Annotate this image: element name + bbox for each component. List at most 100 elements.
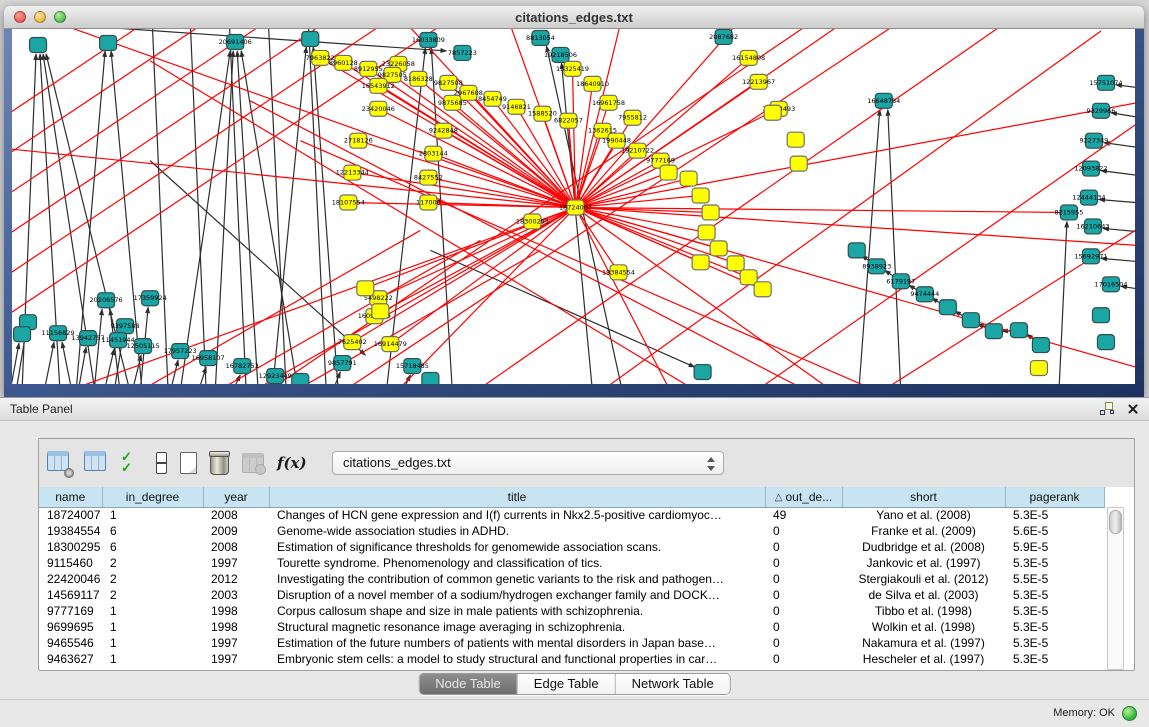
cell-c-rank[interactable]: 5.3E-5 — [1005, 603, 1104, 619]
graph-node-yellow[interactable] — [357, 281, 374, 296]
cell-c-rank[interactable]: 5.3E-5 — [1005, 635, 1104, 651]
citation-edge-red[interactable] — [352, 173, 575, 208]
cell-c-rank[interactable]: 5.9E-5 — [1005, 539, 1104, 555]
cell-c-out[interactable]: 0 — [765, 539, 842, 555]
citation-edge-black[interactable] — [104, 349, 114, 384]
table-row[interactable]: 969969511998Structural magnetic resonanc… — [39, 619, 1104, 635]
cell-c-out[interactable]: 0 — [765, 651, 842, 667]
column-header-short[interactable]: short — [842, 487, 1005, 507]
new-column-icon[interactable] — [180, 452, 197, 474]
cell-c-title[interactable]: Genome-wide association studies in ADHD. — [269, 523, 765, 539]
cell-c-year[interactable]: 1997 — [203, 555, 269, 571]
graph-node-teal[interactable] — [1092, 308, 1109, 323]
cell-c-out[interactable]: 0 — [765, 603, 842, 619]
graph-node-teal[interactable] — [985, 324, 1002, 339]
cell-c-year[interactable]: 2008 — [203, 539, 269, 555]
cell-c-title[interactable]: Corpus callosum shape and size in male p… — [269, 603, 765, 619]
cell-c-short[interactable]: Yano et al. (2008) — [842, 507, 1005, 523]
graph-node-yellow[interactable]: 18107554 — [332, 195, 365, 210]
graph-node-yellow[interactable]: 19384554 — [602, 265, 635, 280]
cell-c-short[interactable]: Stergiakouli et al. (2012) — [842, 571, 1005, 587]
cell-c-short[interactable]: Hescheler et al. (1997) — [842, 651, 1005, 667]
table-body[interactable]: 1872400712008Changes of HCN gene express… — [39, 507, 1104, 667]
graph-node-teal[interactable]: 19218506 — [544, 47, 577, 62]
citation-edge-red[interactable] — [378, 86, 575, 208]
graph-node-yellow[interactable]: 16914479 — [374, 337, 407, 352]
graph-node-teal[interactable]: 12444134 — [1072, 190, 1105, 205]
graph-node-teal[interactable]: 20206576 — [90, 293, 123, 308]
cell-c-rank[interactable]: 5.3E-5 — [1005, 619, 1104, 635]
column-header-out_de[interactable]: △out_de... — [765, 487, 842, 507]
graph-node-yellow[interactable]: 13325419 — [556, 61, 589, 76]
cell-c-rank[interactable]: 5.3E-5 — [1005, 587, 1104, 603]
cell-c-deg[interactable]: 2 — [102, 571, 203, 587]
cell-c-short[interactable]: de Silva et al. (2003) — [842, 587, 1005, 603]
cell-c-out[interactable]: 0 — [765, 635, 842, 651]
graph-node-yellow[interactable]: 8186328 — [404, 71, 433, 86]
citation-edge-black[interactable] — [180, 51, 230, 384]
table-row[interactable]: 2242004622012Investigating the contribut… — [39, 571, 1104, 587]
graph-node-teal[interactable]: 17016504 — [1094, 277, 1127, 292]
citation-edge-black[interactable] — [94, 309, 102, 384]
column-header-pagerank[interactable]: pagerank — [1005, 487, 1104, 507]
graph-node-teal[interactable] — [1097, 335, 1114, 350]
citation-edge-black[interactable] — [229, 29, 246, 384]
cell-c-title[interactable]: Structural magnetic resonance image aver… — [269, 619, 765, 635]
window-titlebar[interactable]: citations_edges.txt — [4, 6, 1144, 29]
column-header-name[interactable]: name — [39, 487, 102, 507]
table-row[interactable]: 977716911998Corpus callosum shape and si… — [39, 603, 1104, 619]
graph-node-teal[interactable]: 16782753 — [226, 359, 259, 374]
graph-node-yellow[interactable]: 2803144 — [419, 146, 448, 161]
citation-edge-black[interactable] — [402, 375, 410, 384]
graph-node-teal[interactable] — [848, 243, 865, 258]
graph-node-yellow[interactable] — [692, 188, 709, 203]
graph-node-yellow[interactable]: 16154808 — [732, 50, 765, 65]
graph-node-yellow[interactable] — [702, 205, 719, 220]
graph-node-yellow[interactable]: 2718126 — [344, 133, 373, 148]
memory-status-indicator[interactable] — [1122, 706, 1137, 721]
table-options-button[interactable] — [47, 451, 71, 475]
tab-edge-table[interactable]: Edge Table — [517, 674, 615, 694]
table-selector-dropdown[interactable]: citations_edges.txt — [332, 451, 724, 475]
graph-node-teal[interactable] — [422, 373, 439, 384]
cell-c-year[interactable]: 1998 — [203, 619, 269, 635]
cell-c-year[interactable]: 2003 — [203, 587, 269, 603]
cell-c-deg[interactable]: 1 — [102, 603, 203, 619]
cell-c-title[interactable]: Changes of HCN gene expression and I(f) … — [269, 507, 765, 523]
cell-c-name[interactable]: 19384554 — [39, 523, 102, 539]
graph-node-yellow[interactable] — [660, 165, 677, 180]
citation-edge-black[interactable] — [232, 375, 240, 384]
table-row[interactable]: 946362711997Embryonic stem cells: a mode… — [39, 651, 1104, 667]
graph-node-yellow[interactable]: 16961758 — [592, 95, 625, 110]
graph-node-yellow[interactable] — [680, 171, 697, 186]
graph-node-teal[interactable]: 15751074 — [1089, 75, 1122, 90]
graph-node-yellow[interactable] — [1030, 361, 1047, 376]
citation-edge-red[interactable] — [576, 207, 701, 384]
cell-c-name[interactable]: 9777169 — [39, 603, 102, 619]
cell-c-name[interactable]: 18300295 — [39, 539, 102, 555]
graph-node-yellow[interactable] — [710, 241, 727, 256]
table-row[interactable]: 1830029562008Estimation of significance … — [39, 539, 1104, 555]
citation-edge-black[interactable] — [561, 63, 592, 384]
column-header-year[interactable]: year — [203, 487, 269, 507]
cell-c-name[interactable]: 9115460 — [39, 555, 102, 571]
delete-column-icon[interactable] — [210, 454, 229, 475]
cell-c-title[interactable]: Estimation of significance thresholds fo… — [269, 539, 765, 555]
cell-c-deg[interactable]: 1 — [102, 635, 203, 651]
table-row[interactable]: 1456911722003Disruption of a novel membe… — [39, 587, 1104, 603]
graph-node-yellow[interactable]: 7625402 — [338, 335, 367, 350]
citation-edge-black[interactable] — [44, 342, 54, 384]
graph-node-teal[interactable]: 11156829 — [42, 326, 75, 341]
graph-node-yellow[interactable]: 1588520 — [528, 106, 557, 121]
function-builder-icon[interactable]: f(x) — [277, 454, 307, 472]
graph-node-yellow[interactable] — [727, 256, 744, 271]
cell-c-deg[interactable]: 1 — [102, 507, 203, 523]
citation-edge-black[interactable] — [12, 29, 330, 320]
graph-node-teal[interactable]: 7857223 — [448, 45, 477, 60]
select-all-columns-icon[interactable]: ✓✓ — [121, 452, 141, 474]
graph-node-yellow[interactable] — [698, 225, 715, 240]
cell-c-rank[interactable]: 5.5E-5 — [1005, 571, 1104, 587]
table-header-row[interactable]: namein_degreeyeartitle△out_de...shortpag… — [39, 487, 1104, 507]
cell-c-out[interactable]: 0 — [765, 555, 842, 571]
citation-edge-red[interactable] — [576, 207, 1135, 380]
